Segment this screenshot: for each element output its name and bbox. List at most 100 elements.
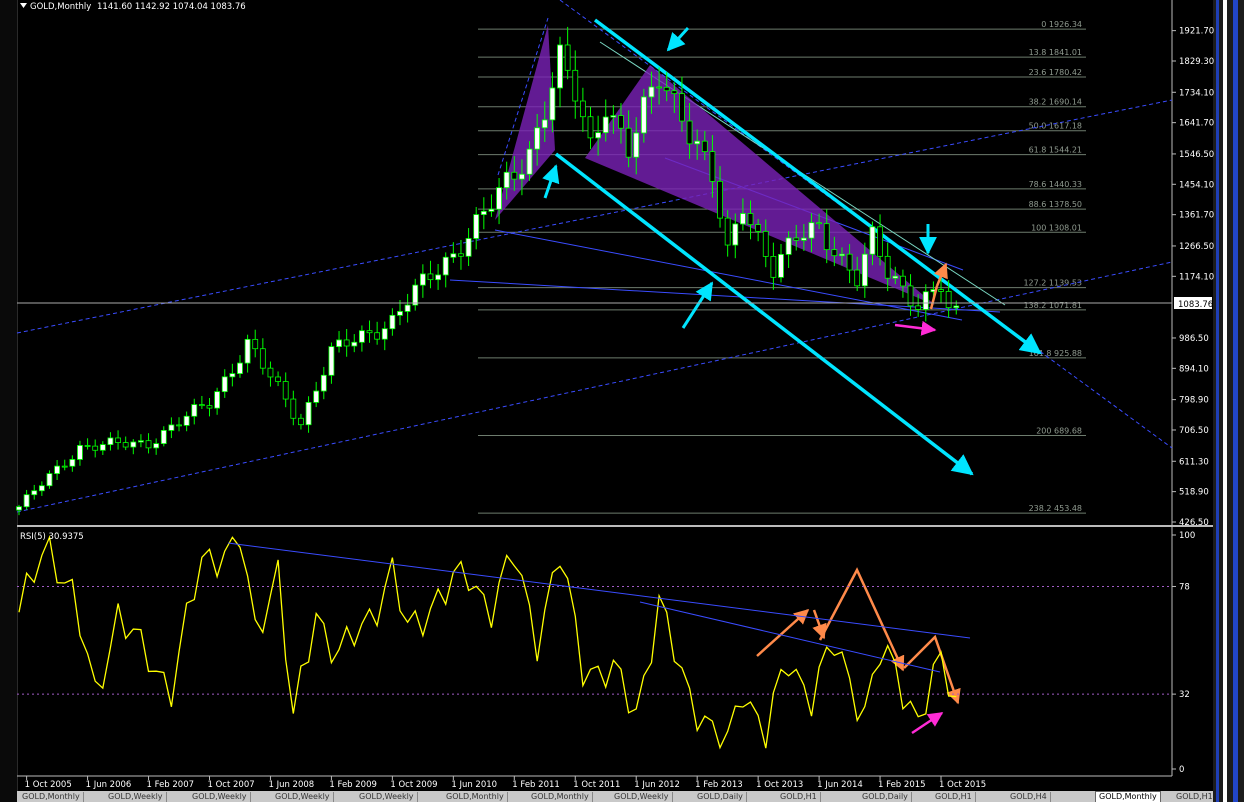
bull-candle <box>549 87 556 121</box>
chart-tab[interactable]: GOLD,Daily <box>694 792 747 802</box>
cyan-arrow[interactable] <box>542 164 560 199</box>
bull-candle <box>800 237 807 241</box>
dashed-trendline[interactable] <box>16 99 1173 334</box>
current-price-label: 1083.76 <box>1178 300 1213 310</box>
bear-candle <box>884 255 891 279</box>
bear-candle <box>290 398 297 419</box>
bull-candle <box>442 256 449 276</box>
bear-candle <box>846 253 853 271</box>
bull-candle <box>244 338 251 364</box>
bear-candle <box>427 273 434 281</box>
bear-candle <box>115 437 121 443</box>
symbol-caption: GOLD,Monthly <box>30 2 91 12</box>
time-axis-label: 1 Oct 2013 <box>756 780 803 790</box>
bear-candle <box>206 405 213 409</box>
bull-candle <box>473 214 480 239</box>
chart-canvas[interactable]: 0 1926.34 13.8 1841.01 23.6 1780.42 38.2 16… <box>0 0 1244 802</box>
bear-candle <box>511 171 518 180</box>
chart-tab[interactable]: GOLD,Monthly <box>1095 791 1161 802</box>
bear-candle <box>762 230 769 257</box>
bull-candle <box>640 96 647 134</box>
bull-candle <box>320 374 327 392</box>
time-axis-label: 1 Jun 2010 <box>451 780 497 790</box>
bear-candle <box>854 269 861 287</box>
magenta-arrow[interactable] <box>894 320 937 336</box>
price-axis-label: 1921.70 <box>1179 27 1214 37</box>
bull-candle <box>404 304 411 312</box>
bear-candle <box>252 338 259 350</box>
rsi-trendline[interactable] <box>227 542 971 639</box>
bull-candle <box>107 437 114 445</box>
chart-tab[interactable]: GOLD,Daily <box>859 792 912 802</box>
bear-candle <box>282 381 289 400</box>
price-axis-label: 1546.50 <box>1179 150 1214 160</box>
rsi-axis-label: 0 <box>1179 765 1184 775</box>
time-axis-label: 1 Oct 2015 <box>939 780 986 790</box>
bull-candle <box>99 444 106 451</box>
chart-tab[interactable]: GOLD,H1 <box>932 792 976 802</box>
bear-candle <box>618 115 624 129</box>
dashed-trendline[interactable] <box>16 261 1173 513</box>
time-axis-label: 1 Feb 2007 <box>147 780 195 790</box>
bear-candle <box>572 69 579 102</box>
fib-level-label: 78.6 1440.33 <box>1029 180 1082 189</box>
chart-tab[interactable]: GOLD,Weekly <box>189 792 251 802</box>
fib-level-label: 23.6 1780.42 <box>1029 68 1082 77</box>
bear-candle <box>747 213 754 226</box>
bear-candle <box>724 217 731 246</box>
chart-tab[interactable]: GOLD,Weekly <box>105 792 167 802</box>
orange-rsi-arrow[interactable] <box>756 608 810 657</box>
bear-candle <box>938 289 944 292</box>
triangle-down-icon[interactable] <box>20 3 27 8</box>
rsi-caption: RSI(5) 30.9375 <box>20 532 84 542</box>
chart-tab[interactable]: GOLD,H1 <box>777 792 821 802</box>
bull-candle <box>450 253 457 258</box>
bull-candle <box>168 424 175 431</box>
bull-candle <box>397 311 403 316</box>
bull-candle <box>633 132 640 158</box>
price-axis-label: 611.30 <box>1179 457 1209 467</box>
rsi-pane <box>17 534 1172 750</box>
fib-level-label: 0 1926.34 <box>1041 20 1082 29</box>
price-axis-label: 1734.10 <box>1179 88 1214 98</box>
bull-candle <box>381 328 388 340</box>
bear-candle <box>579 100 586 118</box>
chart-tab[interactable]: GOLD,Weekly <box>356 792 418 802</box>
rsi-axis-label: 32 <box>1179 690 1190 700</box>
rsi-trendline[interactable] <box>639 601 941 673</box>
chart-tab[interactable]: GOLD,Weekly <box>611 792 673 802</box>
bull-candle <box>526 148 533 175</box>
bull-candle <box>869 226 876 255</box>
price-axis-label: 1454.10 <box>1179 180 1214 190</box>
fib-level-label: 200 689.68 <box>1036 427 1082 436</box>
bear-candle <box>587 116 594 139</box>
chart-tab[interactable]: GOLD,H4 <box>1007 792 1051 802</box>
bear-candle <box>816 222 822 225</box>
bull-candle <box>237 362 243 374</box>
time-axis-label: 1 Jun 2006 <box>86 780 132 790</box>
bull-candle <box>54 465 60 474</box>
bull-candle <box>358 330 365 343</box>
cyan-arrow[interactable] <box>666 26 690 52</box>
magenta-rsi-arrow[interactable] <box>911 711 944 735</box>
chart-tab[interactable]: GOLD,H1 <box>1173 792 1213 802</box>
cyan-arrow[interactable] <box>681 281 714 329</box>
bear-candle <box>259 348 266 369</box>
bear-candle <box>176 424 182 427</box>
bull-candle <box>31 490 38 496</box>
fib-level-label: 38.2 1690.14 <box>1029 98 1082 107</box>
price-axis-label: 1829.30 <box>1179 57 1214 67</box>
chart-tab[interactable]: GOLD,Monthly <box>443 792 508 802</box>
bear-candle <box>625 127 632 158</box>
harmonic-bcd-triangle[interactable] <box>585 65 935 305</box>
bull-candle <box>648 86 655 98</box>
bear-candle <box>877 226 883 257</box>
bull-candle <box>419 273 426 286</box>
chart-tab[interactable]: GOLD,Monthly <box>528 792 593 802</box>
bull-candle <box>785 237 792 255</box>
chart-tab[interactable]: GOLD,Monthly <box>19 792 84 802</box>
bull-candle <box>503 171 510 189</box>
bull-candle <box>602 116 609 134</box>
chart-tab[interactable]: GOLD,Weekly <box>272 792 334 802</box>
bull-candle <box>313 390 320 403</box>
